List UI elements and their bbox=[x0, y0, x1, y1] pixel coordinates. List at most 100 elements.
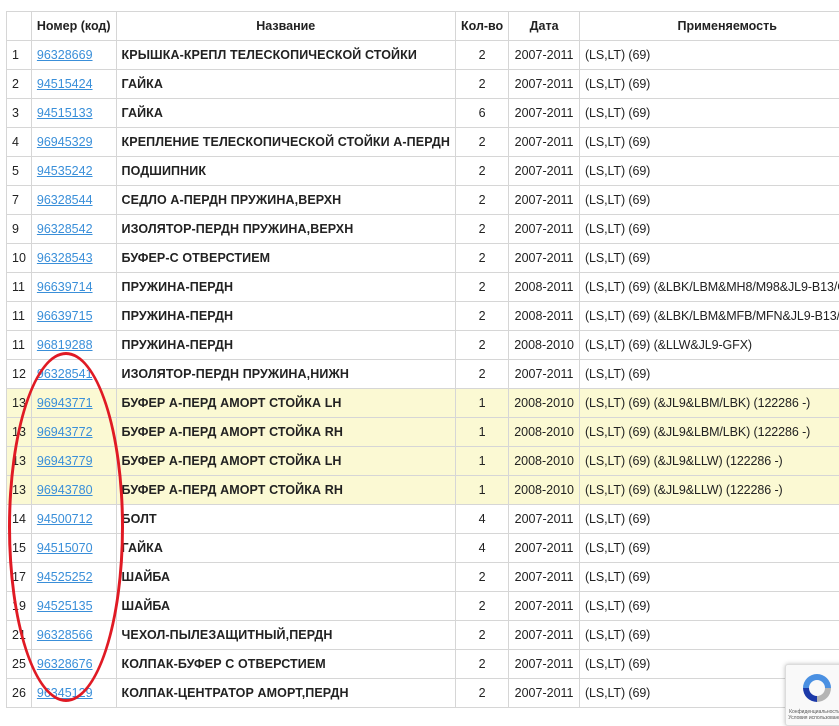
recaptcha-links[interactable]: Конфиденциальность - Условия использован… bbox=[788, 709, 839, 721]
part-quantity: 2 bbox=[455, 302, 508, 331]
part-number-cell: 94515133 bbox=[31, 99, 116, 128]
part-number-link[interactable]: 94525135 bbox=[37, 599, 93, 613]
part-number-cell: 94515424 bbox=[31, 70, 116, 99]
part-quantity: 2 bbox=[455, 215, 508, 244]
row-index: 26 bbox=[7, 679, 32, 708]
part-number-link[interactable]: 96943772 bbox=[37, 425, 93, 439]
part-date: 2007-2011 bbox=[509, 621, 580, 650]
part-quantity: 2 bbox=[455, 244, 508, 273]
part-number-cell: 94525135 bbox=[31, 592, 116, 621]
table-row: 1594515070ГАЙКА42007-2011(LS,LT) (69) bbox=[7, 534, 839, 563]
part-number-cell: 96943772 bbox=[31, 418, 116, 447]
part-number-link[interactable]: 96943780 bbox=[37, 483, 93, 497]
table-body: 1 96328669 КРЫШКА-КРЕПЛ ТЕЛЕСКОПИЧЕСКОЙ СТ… bbox=[7, 41, 839, 708]
table-row: 1196639714ПРУЖИНА-ПЕРДН22008-2011(LS,LT)… bbox=[7, 273, 839, 302]
part-number-link[interactable]: 96943779 bbox=[37, 454, 93, 468]
part-name: ГАЙКА bbox=[116, 534, 455, 563]
table-row: 4 96945329 КРЕПЛЕНИЕ ТЕЛЕСКОПИЧЕСКОЙ СТОЙК… bbox=[7, 128, 839, 157]
row-index: 3 bbox=[7, 99, 32, 128]
header-applicability[interactable]: Применяемость bbox=[579, 12, 839, 41]
part-quantity: 1 bbox=[455, 447, 508, 476]
part-name: ПРУЖИНА-ПЕРДН bbox=[116, 331, 455, 360]
part-number-link[interactable]: 94525252 bbox=[37, 570, 93, 584]
part-number-link[interactable]: 96328542 bbox=[37, 222, 93, 236]
part-number-cell: 94500712 bbox=[31, 505, 116, 534]
part-date: 2008-2010 bbox=[509, 389, 580, 418]
part-number-link[interactable]: 96328544 bbox=[37, 193, 93, 207]
part-number-link[interactable]: 94515070 bbox=[37, 541, 93, 555]
part-number-link[interactable]: 96819288 bbox=[37, 338, 93, 352]
part-number-link[interactable]: 94515424 bbox=[37, 77, 93, 91]
table-row: 1396943771БУФЕР А-ПЕРД АМОРТ СТОЙКА LH12… bbox=[7, 389, 839, 418]
part-quantity: 2 bbox=[455, 70, 508, 99]
part-number-link[interactable]: 96328541 bbox=[37, 367, 93, 381]
part-applicability: (LS,LT) (69) bbox=[579, 621, 839, 650]
part-applicability: (LS,LT) (69) (&JL9&LLW) (122286 -) bbox=[579, 447, 839, 476]
part-date: 2008-2011 bbox=[509, 273, 580, 302]
part-name: БУФЕР А-ПЕРД АМОРТ СТОЙКА RH bbox=[116, 418, 455, 447]
part-applicability: (LS,LT) (69) bbox=[579, 534, 839, 563]
part-quantity: 1 bbox=[455, 418, 508, 447]
part-quantity: 2 bbox=[455, 331, 508, 360]
part-quantity: 2 bbox=[455, 273, 508, 302]
part-date: 2007-2011 bbox=[509, 70, 580, 99]
part-date: 2007-2011 bbox=[509, 563, 580, 592]
part-name: КРЫШКА-КРЕПЛ ТЕЛЕСКОПИЧЕСКОЙ СТОЙКИ bbox=[116, 41, 455, 70]
part-number-cell: 96328669 bbox=[31, 41, 116, 70]
part-number-link[interactable]: 94515133 bbox=[37, 106, 93, 120]
part-applicability: (LS,LT) (69) bbox=[579, 41, 839, 70]
part-number-link[interactable]: 96943771 bbox=[37, 396, 93, 410]
row-index: 13 bbox=[7, 418, 32, 447]
part-applicability: (LS,LT) (69) bbox=[579, 157, 839, 186]
part-quantity: 2 bbox=[455, 650, 508, 679]
part-date: 2007-2011 bbox=[509, 650, 580, 679]
part-number-link[interactable]: 96328543 bbox=[37, 251, 93, 265]
part-number-cell: 96639715 bbox=[31, 302, 116, 331]
row-index: 11 bbox=[7, 273, 32, 302]
part-number-link[interactable]: 96639714 bbox=[37, 280, 93, 294]
part-quantity: 6 bbox=[455, 99, 508, 128]
part-number-link[interactable]: 96328676 bbox=[37, 657, 93, 671]
part-number-cell: 96328676 bbox=[31, 650, 116, 679]
part-applicability: (LS,LT) (69) bbox=[579, 215, 839, 244]
table-row: 796328544СЕДЛО А-ПЕРДН ПРУЖИНА,ВЕРХН2200… bbox=[7, 186, 839, 215]
header-name[interactable]: Название bbox=[116, 12, 455, 41]
part-applicability: (LS,LT) (69) (&JL9&LBM/LBK) (122286 -) bbox=[579, 389, 839, 418]
part-applicability: (LS,LT) (69) bbox=[579, 70, 839, 99]
part-number-link[interactable]: 96945329 bbox=[37, 135, 93, 149]
part-date: 2008-2010 bbox=[509, 476, 580, 505]
part-date: 2008-2010 bbox=[509, 418, 580, 447]
part-name: БОЛТ bbox=[116, 505, 455, 534]
part-name: БУФЕР А-ПЕРД АМОРТ СТОЙКА LH bbox=[116, 389, 455, 418]
part-number-link[interactable]: 94535242 bbox=[37, 164, 93, 178]
part-number-link[interactable]: 96328669 bbox=[37, 48, 93, 62]
part-applicability: (LS,LT) (69) bbox=[579, 592, 839, 621]
part-number-cell: 96328543 bbox=[31, 244, 116, 273]
part-number-link[interactable]: 96345129 bbox=[37, 686, 93, 700]
header-quantity[interactable]: Кол-во bbox=[455, 12, 508, 41]
part-applicability: (LS,LT) (69) (&LBK/LBM&MH8/M98&JL9-B13/G… bbox=[579, 273, 839, 302]
part-name: КРЕПЛЕНИЕ ТЕЛЕСКОПИЧЕСКОЙ СТОЙКИ А-ПЕРДН bbox=[116, 128, 455, 157]
row-index: 25 bbox=[7, 650, 32, 679]
header-code[interactable]: Номер (код) bbox=[31, 12, 116, 41]
recaptcha-badge[interactable]: Конфиденциальность - Условия использован… bbox=[785, 664, 839, 726]
part-number-link[interactable]: 96639715 bbox=[37, 309, 93, 323]
part-date: 2007-2011 bbox=[509, 215, 580, 244]
part-applicability: (LS,LT) (69) (&LLW&JL9-GFX) bbox=[579, 331, 839, 360]
header-date[interactable]: Дата bbox=[509, 12, 580, 41]
recaptcha-logo-icon bbox=[800, 671, 834, 705]
row-index: 13 bbox=[7, 476, 32, 505]
table-row: 294515424ГАЙКА22007-2011(LS,LT) (69) bbox=[7, 70, 839, 99]
part-number-cell: 96943771 bbox=[31, 389, 116, 418]
part-number-link[interactable]: 94500712 bbox=[37, 512, 93, 526]
part-number-cell: 96345129 bbox=[31, 679, 116, 708]
parts-table: Номер (код) Название Кол-во Дата Применя… bbox=[6, 11, 839, 708]
part-quantity: 2 bbox=[455, 563, 508, 592]
part-date: 2007-2011 bbox=[509, 41, 580, 70]
part-number-cell: 96639714 bbox=[31, 273, 116, 302]
part-number-cell: 96943780 bbox=[31, 476, 116, 505]
row-index: 4 bbox=[7, 128, 32, 157]
part-number-link[interactable]: 96328566 bbox=[37, 628, 93, 642]
table-header-row: Номер (код) Название Кол-во Дата Применя… bbox=[7, 12, 839, 41]
part-quantity: 4 bbox=[455, 534, 508, 563]
